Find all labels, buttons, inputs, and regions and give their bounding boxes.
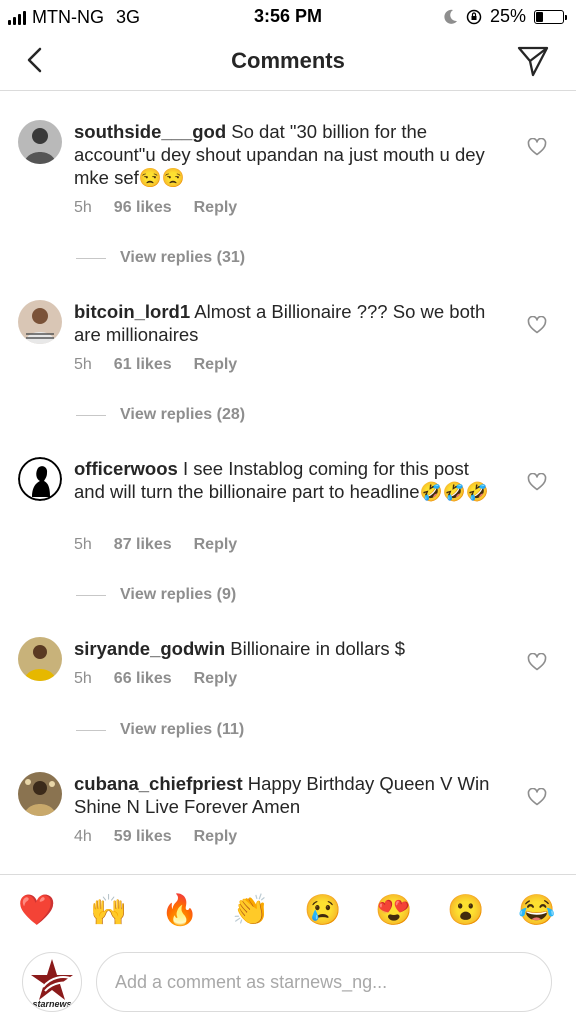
reply-button[interactable]: Reply [194, 828, 238, 846]
page-title: Comments [231, 48, 345, 73]
emoji-reaction-bar: ❤️ 🙌 🔥 👏 😢 😍 😮 😂 [0, 874, 576, 947]
divider [76, 257, 106, 259]
heart-icon[interactable] [527, 788, 547, 806]
comment-likes[interactable]: 66 likes [114, 670, 172, 688]
avatar[interactable] [18, 120, 62, 164]
heart-icon[interactable] [527, 138, 547, 156]
comment-time: 4h [74, 828, 92, 845]
avatar[interactable] [18, 637, 62, 681]
comment-meta: 5h 66 likes Reply [74, 670, 237, 688]
heart-emoji-button[interactable]: ❤️ [17, 891, 57, 931]
heart-icon[interactable] [527, 473, 547, 491]
orientation-lock-icon [466, 9, 482, 24]
status-bar: MTN-NG 3G 3:56 PM 25% [0, 0, 576, 34]
current-user-avatar: starnews [22, 952, 82, 1012]
comment-username[interactable]: southside___god [74, 121, 226, 142]
comment-likes[interactable]: 59 likes [114, 828, 172, 846]
comment-username[interactable]: cubana_chiefpriest [74, 773, 243, 794]
raised-hands-emoji-button[interactable]: 🙌 [89, 891, 129, 931]
heart-icon[interactable] [527, 316, 547, 334]
comment-input[interactable] [96, 952, 552, 1012]
heart-icon[interactable] [527, 653, 547, 671]
comment-text: officerwoos I see Instablog coming for t… [74, 457, 504, 503]
comment-likes[interactable]: 96 likes [114, 199, 172, 217]
comment-text: siryande_godwin Billionaire in dollars $ [74, 637, 504, 660]
comment-meta: 4h 59 likes Reply [74, 828, 237, 846]
view-replies-link[interactable]: View replies (9) [76, 586, 236, 604]
laughing-tears-emoji-button[interactable]: 😂 [517, 891, 557, 931]
view-replies-label: View replies (9) [120, 586, 237, 603]
comment-time: 5h [74, 356, 92, 373]
divider [76, 729, 106, 731]
comment-username[interactable]: siryande_godwin [74, 638, 225, 659]
do-not-disturb-icon [444, 9, 457, 24]
reply-button[interactable]: Reply [194, 670, 238, 688]
comment-text: southside___god So dat "30 billion for t… [74, 120, 504, 189]
comment-body: Billionaire in dollars $ [230, 638, 406, 659]
comment-likes[interactable]: 87 likes [114, 536, 172, 554]
comment-composer: starnews [0, 946, 576, 1024]
avatar-logo-text: starnews [32, 999, 71, 1009]
view-replies-label: View replies (11) [120, 721, 245, 738]
paper-plane-icon[interactable] [516, 44, 550, 78]
view-replies-link[interactable]: View replies (31) [76, 249, 245, 267]
comment-time: 5h [74, 199, 92, 216]
view-replies-label: View replies (28) [120, 406, 246, 423]
avatar[interactable] [18, 457, 62, 501]
comment-time: 5h [74, 536, 92, 553]
clapping-hands-emoji-button[interactable]: 👏 [231, 891, 271, 931]
avatar[interactable] [18, 772, 62, 816]
battery-icon [534, 9, 567, 24]
view-replies-link[interactable]: View replies (11) [76, 721, 244, 739]
reply-button[interactable]: Reply [194, 356, 238, 374]
comment-username[interactable]: bitcoin_lord1 [74, 301, 190, 322]
comment-meta: 5h 87 likes Reply [74, 536, 237, 554]
comment-text: cubana_chiefpriest Happy Birthday Queen … [74, 772, 504, 818]
crying-face-emoji-button[interactable]: 😢 [303, 891, 343, 931]
heart-eyes-emoji-button[interactable]: 😍 [374, 891, 414, 931]
surprised-face-emoji-button[interactable]: 😮 [446, 891, 486, 931]
comment-meta: 5h 96 likes Reply [74, 199, 237, 217]
divider [76, 414, 106, 416]
fire-emoji-button[interactable]: 🔥 [160, 891, 200, 931]
avatar[interactable] [18, 300, 62, 344]
header: Comments [0, 34, 576, 91]
reply-button[interactable]: Reply [194, 199, 238, 217]
comment-text: bitcoin_lord1 Almost a Billionaire ??? S… [74, 300, 504, 346]
comment-username[interactable]: officerwoos [74, 458, 178, 479]
battery-percent: 25% [489, 6, 526, 26]
comment-likes[interactable]: 61 likes [114, 356, 172, 374]
reply-button[interactable]: Reply [194, 536, 238, 554]
view-replies-label: View replies (31) [120, 249, 246, 266]
view-replies-link[interactable]: View replies (28) [76, 406, 245, 424]
divider [76, 594, 106, 596]
comment-time: 5h [74, 670, 92, 687]
comment-meta: 5h 61 likes Reply [74, 356, 237, 374]
